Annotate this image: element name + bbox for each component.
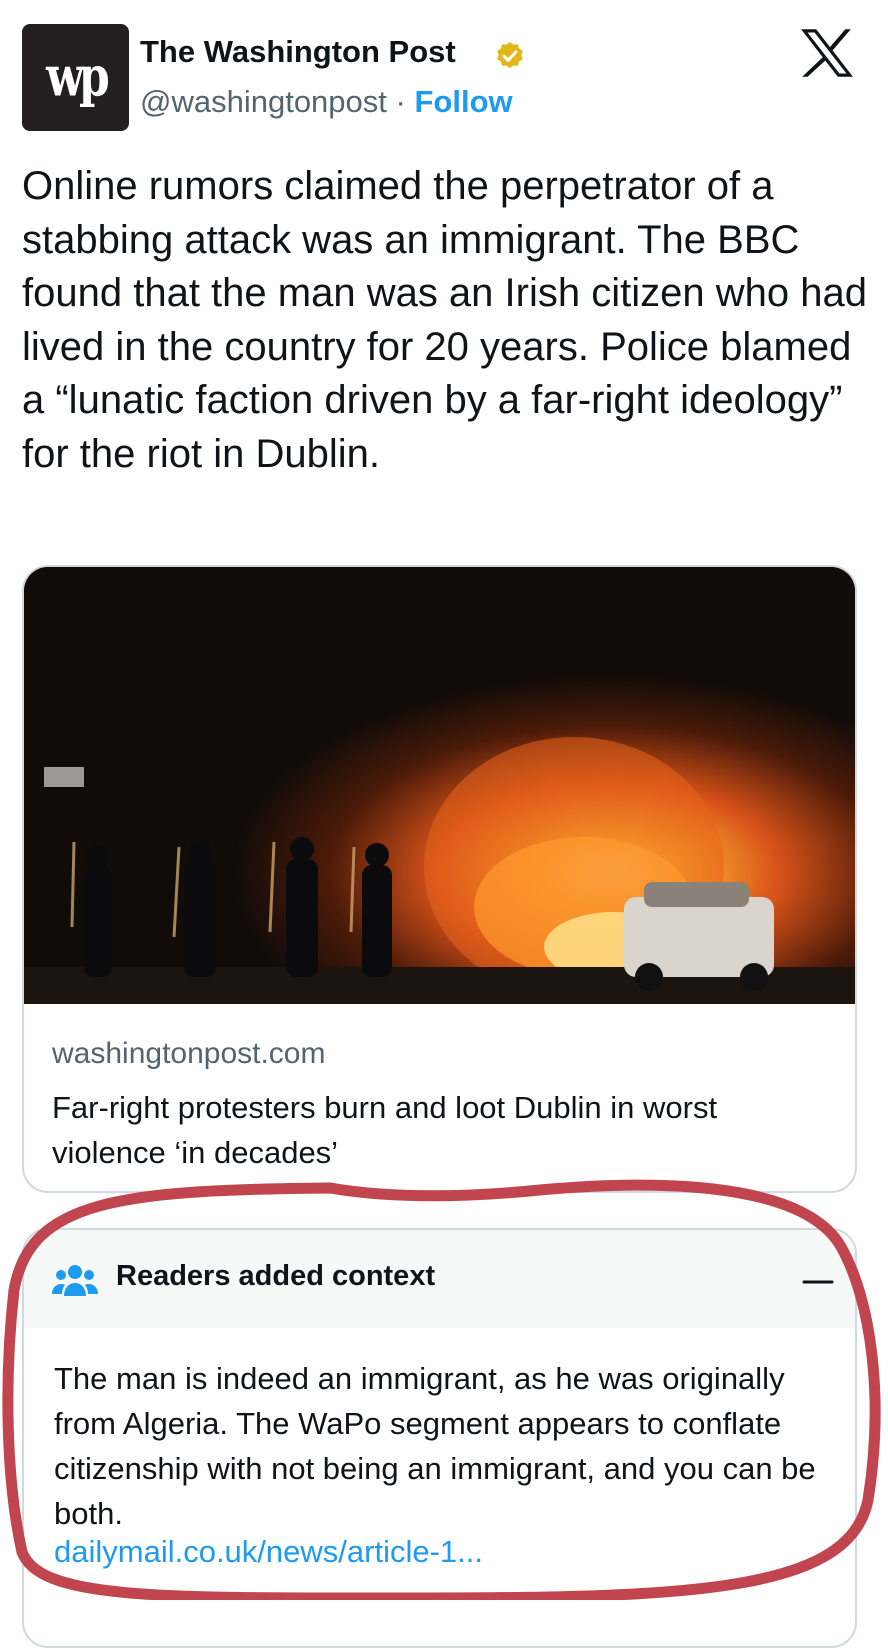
- card-domain: washingtonpost.com: [52, 1037, 326, 1070]
- avatar[interactable]: wp: [22, 24, 129, 131]
- people-icon: [52, 1265, 98, 1296]
- community-note-link[interactable]: dailymail.co.uk/news/article-1...: [54, 1534, 483, 1570]
- collapse-icon[interactable]: [798, 1270, 838, 1300]
- link-card[interactable]: washingtonpost.com Far-right protesters …: [22, 565, 857, 1193]
- community-note-header[interactable]: Readers added context: [24, 1230, 855, 1328]
- follow-button[interactable]: Follow: [414, 84, 512, 119]
- card-photo: [24, 567, 855, 1004]
- separator-dot: ·: [395, 84, 406, 119]
- x-logo-icon[interactable]: [800, 28, 854, 78]
- verified-badge-icon: [497, 42, 523, 69]
- author-handle[interactable]: @washingtonpost: [140, 84, 387, 119]
- community-note: Readers added context The man is indeed …: [22, 1228, 857, 1648]
- handle-row: @washingtonpost · Follow: [140, 84, 513, 120]
- tweet-text: Online rumors claimed the perpetrator of…: [22, 164, 867, 476]
- card-title: Far-right protesters burn and loot Dubli…: [52, 1090, 718, 1170]
- community-note-body: The man is indeed an immigrant, as he wa…: [54, 1361, 816, 1531]
- author-name[interactable]: The Washington Post: [140, 34, 456, 70]
- community-note-title: Readers added context: [116, 1260, 436, 1292]
- avatar-logo-text: wp: [46, 45, 110, 110]
